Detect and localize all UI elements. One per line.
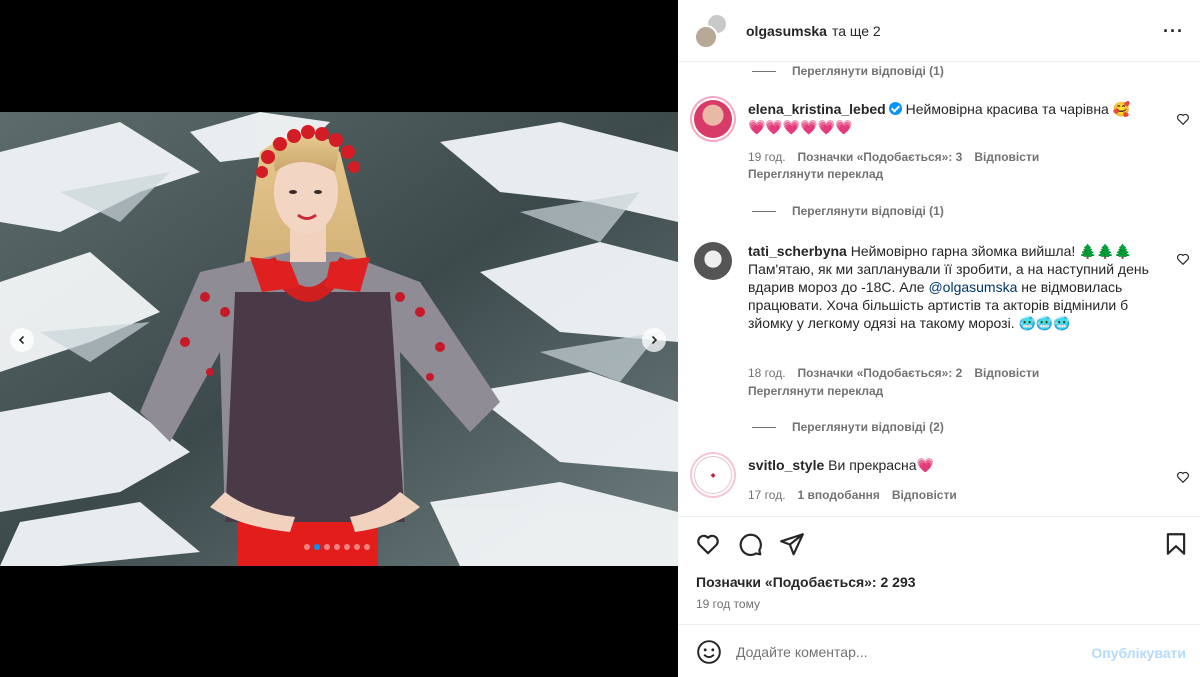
post-time[interactable]: 19 год тому	[696, 597, 760, 611]
chevron-right-icon	[651, 335, 658, 345]
heart-icon[interactable]	[1176, 470, 1190, 484]
post-photo[interactable]	[0, 112, 678, 566]
comment-time[interactable]: 17 год.	[748, 488, 786, 502]
comment-text: elena_kristina_lebed Неймовірна красива …	[748, 100, 1168, 136]
comment-username[interactable]: elena_kristina_lebed	[748, 101, 886, 117]
view-replies-button[interactable]: Переглянути відповіді (2)	[752, 420, 944, 434]
comment-time[interactable]: 19 год.	[748, 150, 786, 164]
carousel-indicator	[304, 544, 370, 550]
post-author-link[interactable]: olgasumska	[746, 23, 827, 39]
view-replies-label: Переглянути відповіді (2)	[792, 420, 944, 434]
post-details-panel: olgasumska та ще 2 ··· Переглянути відпо…	[678, 0, 1200, 677]
stacked-avatars[interactable]	[694, 12, 730, 49]
mention-link[interactable]: @olgasumska	[928, 279, 1017, 295]
see-translation-button[interactable]: Переглянути переклад	[748, 167, 883, 181]
comment-body-line2: 💗💗💗💗💗💗	[748, 119, 853, 135]
avatar[interactable]: ◆	[694, 456, 732, 494]
comments-list[interactable]: Переглянути відповіді (1) elena_kristina…	[678, 62, 1200, 516]
post-comment-button[interactable]: Опублікувати	[1091, 645, 1186, 661]
bookmark-icon[interactable]	[1163, 531, 1189, 557]
view-replies-button[interactable]: Переглянути відповіді (1)	[752, 64, 944, 78]
comment-username[interactable]: tati_scherbyna	[748, 243, 847, 259]
carousel-dot	[304, 544, 310, 550]
comment-likes-link[interactable]: 1 вподобання	[798, 488, 880, 502]
comment-likes-link[interactable]: Позначки «Подобається»: 3	[798, 150, 963, 164]
carousel-dot	[354, 544, 360, 550]
carousel-dot	[364, 544, 370, 550]
carousel-dot	[324, 544, 330, 550]
avatar[interactable]	[694, 242, 732, 280]
carousel-dot	[344, 544, 350, 550]
comment-meta: 17 год. 1 вподобання Відповісти	[748, 488, 957, 502]
likes-count[interactable]: Позначки «Подобається»: 2 293	[696, 574, 916, 590]
view-replies-button[interactable]: Переглянути відповіді (1)	[752, 204, 944, 218]
comment-body: Ви прекрасна💗	[828, 457, 935, 473]
comment-time[interactable]: 18 год.	[748, 366, 786, 380]
carousel-next-button[interactable]	[642, 328, 666, 352]
comment-likes-link[interactable]: Позначки «Подобається»: 2	[798, 366, 963, 380]
comment-meta: 18 год. Позначки «Подобається»: 2 Відпов…	[748, 366, 1039, 380]
reply-button[interactable]: Відповісти	[974, 366, 1039, 380]
comment-username[interactable]: svitlo_style	[748, 457, 824, 473]
comment-text: tati_scherbyna Неймовірно гарна зйомка в…	[748, 242, 1168, 332]
carousel-dot	[314, 544, 320, 550]
carousel-prev-button[interactable]	[10, 328, 34, 352]
comment-bubble-icon[interactable]	[737, 531, 763, 557]
emoji-icon[interactable]	[696, 639, 722, 665]
comment-item: tati_scherbyna Неймовірно гарна зйомка в…	[694, 242, 1194, 402]
comment-composer: Опублікувати	[678, 624, 1200, 677]
comment-input[interactable]	[736, 637, 1076, 667]
divider	[752, 210, 776, 212]
reply-button[interactable]: Відповісти	[892, 488, 957, 502]
comment-meta: 19 год. Позначки «Подобається»: 3 Відпов…	[748, 150, 1039, 164]
divider	[752, 426, 776, 428]
chevron-left-icon	[18, 335, 25, 345]
avatar[interactable]	[694, 100, 732, 138]
heart-icon[interactable]	[1176, 112, 1190, 126]
see-translation-button[interactable]: Переглянути переклад	[748, 384, 883, 398]
coauthors-link[interactable]: та ще 2	[832, 23, 881, 39]
comment-text: svitlo_style Ви прекрасна💗	[748, 456, 1168, 474]
avatar	[694, 24, 718, 49]
post-actions-bar	[678, 516, 1200, 570]
comment-body: Неймовірна красива та чарівна 🥰	[905, 101, 1131, 117]
comment-item: ◆ svitlo_style Ви прекрасна💗 17 год. 1 в…	[694, 456, 1194, 516]
heart-icon[interactable]	[1176, 252, 1190, 266]
view-replies-label: Переглянути відповіді (1)	[792, 204, 944, 218]
reply-button[interactable]: Відповісти	[974, 150, 1039, 164]
share-paper-plane-icon[interactable]	[779, 531, 805, 557]
like-heart-icon[interactable]	[695, 531, 721, 557]
more-horizontal-icon[interactable]: ···	[1163, 22, 1184, 40]
comment-item: elena_kristina_lebed Неймовірна красива …	[694, 100, 1194, 220]
divider	[752, 70, 776, 72]
post-media	[0, 0, 678, 677]
photo-illustration	[0, 112, 678, 566]
view-replies-label: Переглянути відповіді (1)	[792, 64, 944, 78]
carousel-dot	[334, 544, 340, 550]
post-header: olgasumska та ще 2 ···	[678, 0, 1200, 62]
verified-badge-icon	[888, 102, 902, 115]
